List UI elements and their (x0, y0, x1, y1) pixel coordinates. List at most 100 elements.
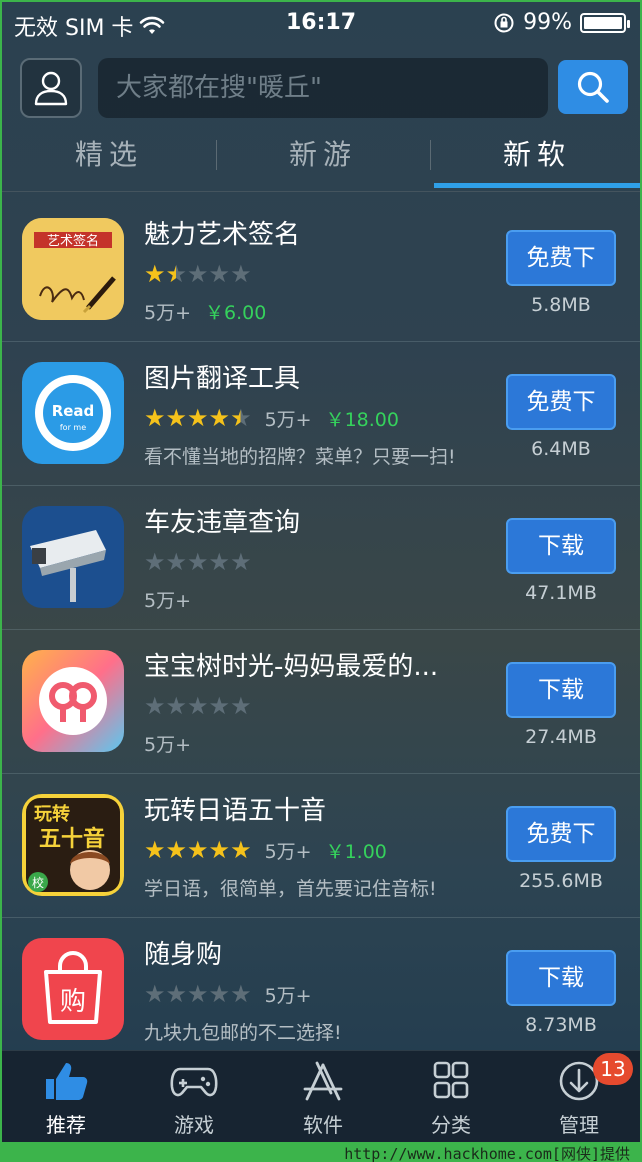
svg-text:校: 校 (32, 875, 44, 890)
app-icon-shopping: 购 (22, 938, 124, 1040)
app-desc-text: 九块九包邮的不二选择! (144, 1022, 342, 1044)
svg-text:五十音: 五十音 (39, 826, 105, 852)
list-item[interactable]: 车友违章查询 ★ ★ ★ ★ ★ 5万+ 下载 47.1MB (2, 486, 640, 630)
rating-stars: ★ ★ ★ ★ ★ (144, 260, 252, 288)
star-icon: ★ (230, 692, 251, 720)
list-item[interactable]: 艺术签名 魅力艺术签名 ★ ★ ★ ★ ★ 5万+ ￥6.00 免费下 5.8MB (2, 198, 640, 342)
star-icon: ★ (144, 548, 165, 576)
download-count: 5万+ (264, 408, 312, 431)
app-desc-text: 学日语，很简单，首先要记住音标! (144, 878, 437, 900)
star-icon: ★ (208, 548, 230, 576)
app-screen: 无效 SIM 卡 16:17 99% 大家都在搜"暖丘" 精选 新游 新软 艺术… (0, 0, 642, 1162)
babytree-logo-icon (22, 650, 124, 752)
tab-new-apps[interactable]: 新软 (430, 126, 640, 188)
rotation-lock-icon (494, 13, 514, 32)
app-size: 27.4MB (525, 726, 597, 748)
app-icon-japanese: 玩转 五十音 校 (22, 794, 124, 896)
app-size: 6.4MB (531, 438, 591, 460)
nav-label: 管理 (559, 1113, 599, 1137)
profile-button[interactable] (20, 58, 82, 118)
list-item[interactable]: 购 随身购 ★ ★ ★ ★ ★ 5万+ 九块九包邮的不二选择! 下载 8.73MB (2, 918, 640, 1062)
app-stats: 5万+ (144, 586, 191, 613)
app-size: 5.8MB (531, 294, 591, 316)
app-price: ￥6.00 (205, 302, 267, 324)
active-tab-indicator (434, 183, 640, 188)
tab-new-games[interactable]: 新游 (216, 126, 430, 188)
download-count: 5万+ (264, 984, 312, 1007)
free-download-button[interactable]: 免费下 (506, 374, 616, 430)
category-tabs: 精选 新游 新软 (2, 126, 640, 192)
search-bar: 大家都在搜"暖丘" (2, 56, 640, 118)
star-icon: ★ (230, 836, 251, 864)
star-icon: ★ (208, 260, 230, 288)
nav-games[interactable]: 游戏 (130, 1051, 258, 1143)
star-icon: ★ (165, 980, 187, 1008)
list-item[interactable]: 宝宝树时光-妈妈最爱的... ★ ★ ★ ★ ★ 5万+ 下载 27.4MB (2, 630, 640, 774)
star-icon: ★ (187, 980, 208, 1008)
rating-stars: ★ ★ ★ ★ ★ (144, 836, 252, 864)
app-stats: 5万+ ￥6.00 (144, 298, 266, 325)
thumbs-up-icon (46, 1063, 88, 1100)
star-icon: ★ (208, 692, 230, 720)
star-icon: ★ (165, 836, 187, 864)
nav-label: 软件 (303, 1113, 343, 1137)
shopping-bag-icon: 购 (22, 938, 124, 1040)
status-bar: 无效 SIM 卡 16:17 99% (2, 2, 640, 44)
battery-status: 99% (493, 10, 630, 35)
app-desc-text: 看不懂当地的招牌？菜单？只要一扫! (144, 446, 456, 468)
app-meta: ★ ★ ★ ★ ★ 5万+ ￥18.00 (144, 404, 399, 432)
app-size: 255.6MB (519, 870, 603, 892)
star-icon: ★ (187, 404, 208, 432)
tab-featured[interactable]: 精选 (2, 126, 216, 188)
battery-icon (580, 12, 630, 33)
app-name: 宝宝树时光-妈妈最爱的... (144, 652, 439, 682)
rating-stars: ★ ★ ★ ★ ★ (144, 980, 252, 1008)
download-button[interactable]: 下载 (506, 662, 616, 718)
nav-manage[interactable]: 13 管理 (515, 1051, 640, 1143)
star-icon: ★ (144, 404, 165, 432)
app-stats: 5万+ (144, 730, 191, 757)
nav-label: 推荐 (46, 1113, 86, 1137)
app-description: 看不懂当地的招牌？菜单？只要一扫! (144, 442, 456, 469)
japanese-kana-icon: 玩转 五十音 校 (22, 794, 124, 896)
list-item[interactable]: 玩转 五十音 校 玩转日语五十音 ★ ★ ★ ★ ★ 5万+ ￥1.00 学日语，很简单… (2, 774, 640, 918)
star-icon: ★ (208, 404, 230, 432)
free-download-button[interactable]: 免费下 (506, 230, 616, 286)
app-list: 艺术签名 魅力艺术签名 ★ ★ ★ ★ ★ 5万+ ￥6.00 免费下 5.8MB (2, 198, 640, 1062)
download-button[interactable]: 下载 (506, 518, 616, 574)
app-icon-babytree (22, 650, 124, 752)
app-store-icon (303, 1061, 343, 1101)
signature-icon: 艺术签名 (22, 218, 124, 320)
app-meta: ★ ★ ★ ★ ★ 5万+ ￥1.00 (144, 836, 387, 864)
nav-categories[interactable]: 分类 (387, 1051, 515, 1143)
rating-stars: ★ ★ ★ ★ ★ (144, 404, 252, 432)
star-icon: ★ (208, 980, 230, 1008)
security-camera-icon (22, 506, 124, 608)
search-icon (577, 71, 609, 103)
search-button[interactable] (558, 60, 628, 114)
star-icon: ★ (144, 980, 165, 1008)
search-input[interactable]: 大家都在搜"暖丘" (98, 58, 548, 118)
svg-text:艺术签名: 艺术签名 (47, 233, 99, 249)
app-name: 图片翻译工具 (144, 364, 301, 394)
app-name: 随身购 (144, 940, 223, 970)
nav-software[interactable]: 软件 (259, 1051, 387, 1143)
nav-recommend[interactable]: 推荐 (2, 1051, 130, 1143)
free-download-button[interactable]: 免费下 (506, 806, 616, 862)
watermark-bar: http://www.hackhome.com[网侠]提供 (2, 1142, 640, 1162)
download-button[interactable]: 下载 (506, 950, 616, 1006)
svg-text:玩转: 玩转 (34, 803, 70, 825)
grid-icon (433, 1061, 469, 1099)
user-icon (34, 71, 68, 106)
app-meta: ★ ★ ★ ★ ★ (144, 260, 252, 288)
star-icon: ★ (165, 404, 187, 432)
update-count-badge: 13 (593, 1053, 633, 1085)
star-icon: ★ (165, 692, 187, 720)
watermark-text: http://www.hackhome.com[网侠]提供 (344, 1145, 630, 1162)
list-item[interactable]: Read for me 图片翻译工具 ★ ★ ★ ★ ★ 5万+ ￥18.00 看不懂当… (2, 342, 640, 486)
app-meta: ★ ★ ★ ★ ★ 5万+ (144, 980, 312, 1008)
app-meta: ★ ★ ★ ★ ★ (144, 548, 252, 576)
app-name: 玩转日语五十音 (144, 796, 327, 826)
svg-text:for me: for me (60, 423, 86, 432)
star-icon: ★ (230, 404, 251, 432)
